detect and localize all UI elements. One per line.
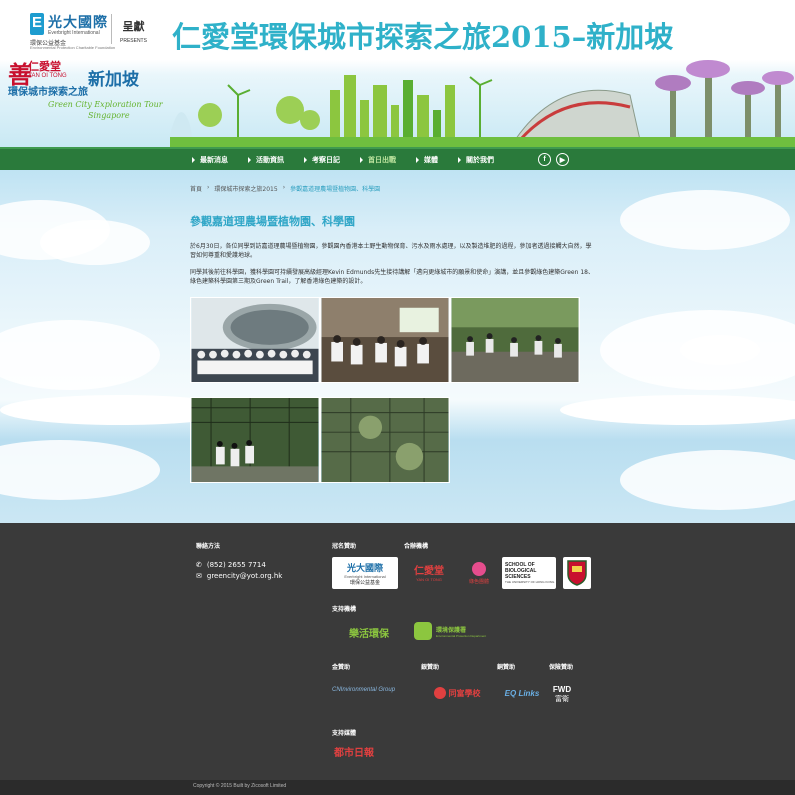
page-title: 參觀嘉道理農場暨植物園、科學園 (190, 215, 355, 228)
nav-label: 首日出戰 (368, 155, 396, 164)
contact-heading: 聯絡方法 (196, 543, 221, 550)
nav-arrow-icon (416, 156, 419, 163)
breadcrumb-current: 參觀嘉道理農場暨植物園、科學園 (290, 186, 381, 193)
article-paragraph-2: 同學其後前往科學園，獲科學園可持續發展高級經理Kevin Edmunds先生接待… (190, 269, 594, 285)
breadcrumb-home[interactable]: 首頁 (190, 184, 202, 193)
article-paragraph-1: 於6月30日，各位同學到訪嘉道理農場暨植物園，參觀園內香港本土野生動物保育、污水… (190, 243, 592, 259)
bronze-sponsor-heading: 銅贊助 (497, 664, 516, 671)
everbright-logo[interactable]: 光大國際 Everbright International 環保公益基金 Env… (30, 12, 115, 50)
silver-sponsor-heading: 銀贊助 (421, 664, 440, 671)
title-sponsor-heading: 冠名贊助 (332, 543, 357, 550)
fwd-logo[interactable]: FWD 富衛 (549, 682, 575, 706)
campaign-name-cn: 環保城市探索之旅 (8, 87, 88, 98)
facebook-icon[interactable]: f (538, 153, 551, 166)
header-divider (111, 14, 112, 44)
breadcrumb-section[interactable]: 環保城市探索之旅2015 (214, 184, 277, 193)
photo-science-park-group[interactable] (190, 297, 320, 383)
yot-footer-logo[interactable]: 仁愛堂 YAN OI TONG (404, 557, 454, 587)
nav-label: 最新消息 (200, 155, 228, 164)
copyright-text: Copyright © 2015 Built by Zicosoft Limit… (193, 783, 287, 789)
green-group-logo[interactable]: 綠色團體 (462, 557, 496, 589)
social-links: f ▶ (538, 153, 569, 166)
nav-arrow-icon (192, 156, 195, 163)
eco-life-logo[interactable]: 樂活環保 (332, 618, 406, 646)
nav-item-activities[interactable]: 活動資訊 (248, 155, 284, 165)
campaign-country-en: Singapore (88, 111, 130, 120)
nav-label: 活動資訊 (256, 155, 284, 164)
metro-daily-logo[interactable]: 都市日報 (332, 743, 376, 759)
flower-icon (472, 561, 486, 576)
photo-aviary-walk[interactable] (190, 397, 320, 483)
presents-en: PRESENTS (120, 38, 147, 44)
green-city-icon (330, 75, 455, 140)
nav-item-about[interactable]: 關於我們 (458, 155, 494, 165)
media-heading: 支持媒體 (332, 730, 357, 737)
nav-menu: 最新消息 活動資訊 考察日記 首日出戰 媒體 關於我們 (192, 149, 514, 170)
nav-arrow-icon (304, 156, 307, 163)
sponsor-name-cn: 光大國際 (48, 15, 108, 31)
gold-sponsor-heading: 金贊助 (332, 664, 351, 671)
chevron-right-icon: › (282, 184, 286, 191)
cn-environmental-logo[interactable]: CNInvironmental Group (332, 676, 410, 704)
hku-crest-icon[interactable] (563, 557, 591, 589)
everbright-footer-logo[interactable]: 光大國際 Everbright International 環保公益基金 (332, 557, 398, 589)
everbright-mark-icon (30, 13, 44, 35)
tree-icon (198, 96, 320, 130)
main-nav: 最新消息 活動資訊 考察日記 首日出戰 媒體 關於我們 f ▶ (0, 147, 795, 170)
nav-arrow-icon (248, 156, 251, 163)
yot-name-cn: 仁愛堂 (28, 60, 61, 73)
nav-arrow-icon (458, 156, 461, 163)
phone-icon: ✆ (196, 561, 202, 569)
nav-arrow-icon (360, 156, 363, 163)
nav-item-news[interactable]: 最新消息 (192, 155, 228, 165)
header-banner-illustration (170, 60, 795, 147)
epd-mark-icon (414, 622, 432, 640)
nav-label: 考察日記 (312, 155, 340, 164)
sponsor-name-en: Everbright International (48, 30, 100, 36)
campaign-name-en: Green City Exploration Tour (48, 100, 163, 109)
contact-email[interactable]: ✉ greencity@yot.org.hk (196, 572, 282, 580)
campaign-logo[interactable]: 善 仁愛堂 YAN OI TONG 新加坡 環保城市探索之旅 Green Cit… (8, 55, 168, 135)
sponsor-sub-en: Environmental Protection Charitable Foun… (30, 45, 116, 50)
nav-item-media[interactable]: 媒體 (416, 155, 438, 165)
epd-logo[interactable]: 環境保護署 Environmental Protection Departmen… (414, 620, 514, 642)
nav-item-day-one[interactable]: 首日出戰 (360, 155, 396, 165)
school-logo[interactable]: 同富學校 (427, 684, 487, 702)
nav-item-diary[interactable]: 考察日記 (304, 155, 340, 165)
chevron-right-icon: › (207, 184, 210, 191)
campaign-country: 新加坡 (88, 70, 139, 90)
email-icon: ✉ (196, 572, 202, 580)
nav-label: 媒體 (424, 155, 438, 164)
greenhouse-icon (514, 89, 641, 141)
eq-links-logo[interactable]: EQ Links (500, 684, 544, 702)
presents-cn: 呈獻 (122, 20, 145, 33)
supertree-icon (655, 60, 794, 140)
contact-phone: ✆ (852) 2655 7714 (196, 561, 266, 569)
hku-sbs-logo[interactable]: SCHOOL OF BIOLOGICAL SCIENCES THE UNIVER… (502, 557, 556, 589)
insurance-sponsor-heading: 保險贊助 (549, 664, 574, 671)
nav-label: 關於我們 (466, 155, 494, 164)
breadcrumb: 首頁 › 環保城市探索之旅2015 › 參觀嘉道理農場暨植物園、科學園 (190, 184, 380, 193)
youtube-icon[interactable]: ▶ (556, 153, 569, 166)
copyright-bar: Copyright © 2015 Built by Zicosoft Limit… (0, 780, 795, 795)
organiser-heading: 合辦機構 (404, 543, 429, 550)
photo-aviary-net[interactable] (320, 397, 450, 483)
yot-name-en: YAN OI TONG (28, 73, 67, 79)
site-title: 仁愛堂環保城市探索之旅2015–新加坡 (172, 20, 674, 54)
school-mark-icon (433, 687, 446, 699)
support-heading: 支持機構 (332, 606, 357, 613)
photo-outdoor-circle[interactable] (450, 297, 580, 383)
site-header: 光大國際 Everbright International 環保公益基金 Env… (0, 0, 795, 147)
presents-label: 呈獻 PRESENTS (120, 18, 147, 44)
photo-lecture-room[interactable] (320, 297, 450, 383)
